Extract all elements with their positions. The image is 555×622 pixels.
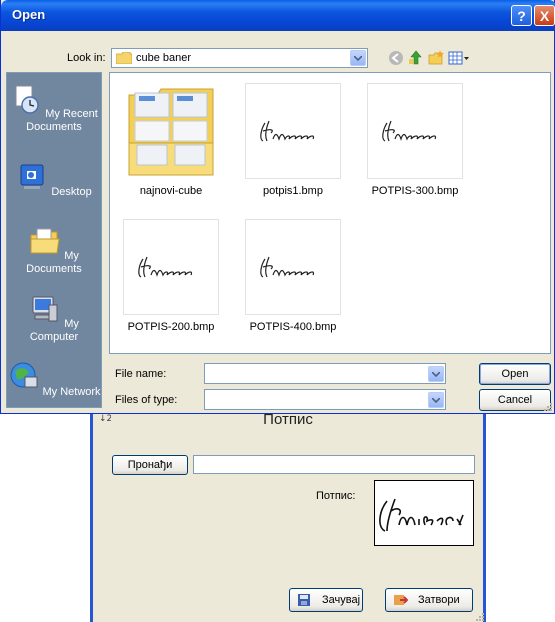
file-item-folder[interactable]: najnovi-cube [116, 83, 226, 197]
save-button-label: Зачувај [322, 594, 361, 606]
place-my-network[interactable]: My Network [7, 361, 101, 399]
file-name-label: File name: [115, 368, 167, 380]
signature-thumbnail-icon [138, 256, 193, 278]
view-menu-icon[interactable] [448, 50, 470, 66]
help-button[interactable]: ? [511, 5, 532, 26]
recent-documents-icon [15, 85, 39, 114]
signature-label: Потпис: [316, 490, 356, 502]
signature-thumbnail-icon [260, 256, 315, 278]
open-dialog: Open ? X Look in: cube baner My Recent D… [0, 0, 555, 414]
open-button[interactable]: Open [479, 363, 551, 385]
close-window-button[interactable]: X [534, 5, 555, 26]
places-bar: My Recent Documents Desktop My Documents [6, 72, 102, 408]
back-icon[interactable] [388, 50, 404, 66]
file-name-input[interactable] [204, 363, 446, 384]
place-recent-documents[interactable]: My Recent Documents [7, 83, 101, 134]
folder-icon [116, 52, 132, 64]
desktop-icon [20, 164, 44, 189]
my-documents-icon [30, 228, 60, 254]
image-thumbnail [367, 83, 463, 179]
file-name: POTPIS-200.bmp [127, 321, 215, 333]
new-folder-icon[interactable] [428, 50, 444, 66]
chevron-down-icon[interactable] [350, 50, 366, 66]
close-button[interactable]: Затвори [385, 588, 473, 612]
image-thumbnail [245, 219, 341, 315]
my-network-icon [10, 362, 38, 388]
save-button[interactable]: Зачувај [289, 588, 363, 612]
place-desktop[interactable]: Desktop [7, 161, 101, 199]
save-disk-icon [298, 594, 310, 606]
place-label: Desktop [51, 186, 92, 198]
cancel-button[interactable]: Cancel [479, 389, 551, 411]
resize-grip-icon[interactable] [475, 612, 485, 622]
signature-dialog: ↓2 Потпис Пронађи Потпис: Зачувај Затвор… [90, 408, 486, 622]
look-in-value: cube baner [136, 52, 192, 64]
file-name: najnovi-cube [139, 185, 203, 197]
chevron-down-icon[interactable] [428, 392, 444, 408]
signature-preview [374, 480, 474, 546]
file-name: POTPIS-300.bmp [371, 185, 459, 197]
image-thumbnail [245, 83, 341, 179]
look-in-label: Look in: [67, 52, 106, 64]
title-bar[interactable]: Open ? X [1, 0, 555, 31]
file-item-image[interactable]: potpis1.bmp [238, 83, 348, 197]
place-label: My Network [42, 386, 101, 398]
folder-thumbnail [123, 83, 219, 179]
resize-grip-icon[interactable] [543, 402, 553, 412]
signature-dialog-title: Потпис [263, 411, 313, 428]
file-item-image[interactable]: POTPIS-400.bmp [238, 219, 348, 333]
exit-icon [394, 595, 408, 605]
file-name: potpis1.bmp [263, 185, 323, 197]
files-of-type-label: Files of type: [115, 394, 178, 406]
folder-icon [128, 88, 214, 176]
dialog-title: Open [12, 7, 46, 22]
signature-thumbnail-icon [382, 120, 437, 142]
place-my-documents[interactable]: My Documents [7, 225, 101, 276]
image-thumbnail [123, 219, 219, 315]
path-input[interactable] [193, 455, 475, 474]
look-in-combo[interactable]: cube baner [111, 48, 368, 68]
chevron-down-icon[interactable] [428, 366, 444, 382]
file-item-image[interactable]: POTPIS-200.bmp [116, 219, 226, 333]
up-folder-icon[interactable] [408, 50, 424, 66]
file-item-image[interactable]: POTPIS-300.bmp [360, 83, 470, 197]
my-computer-icon [32, 296, 58, 322]
file-name: POTPIS-400.bmp [249, 321, 337, 333]
place-my-computer[interactable]: My Computer [7, 293, 101, 344]
signature-thumbnail-icon [260, 120, 315, 142]
file-list: najnovi-cube potpis1.bmp POTPIS-300.bmp [109, 72, 551, 354]
files-of-type-select[interactable] [204, 389, 446, 410]
find-button[interactable]: Пронађи [112, 455, 188, 475]
close-button-label: Затвори [418, 594, 460, 606]
